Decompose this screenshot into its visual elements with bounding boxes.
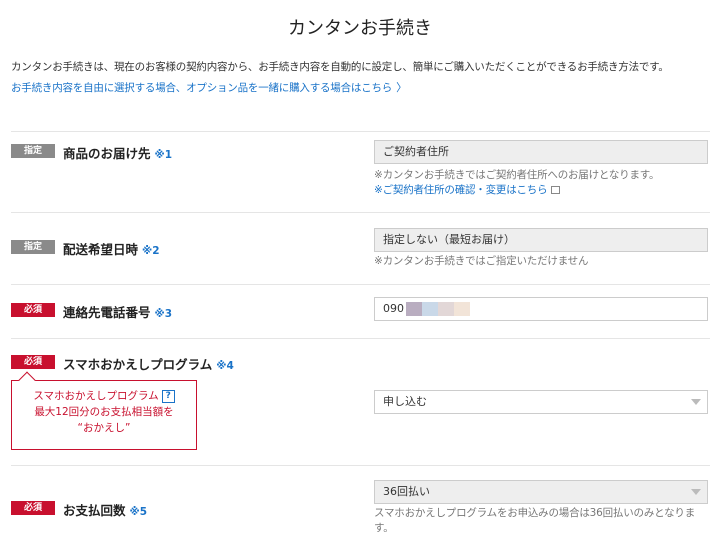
external-window-icon [551,186,561,194]
installments-label: お支払回数 ※5 [63,500,147,519]
installments-value: 36回払い [383,485,430,498]
smartphone-program-label-text: スマホおかえしプログラム [63,357,213,372]
delivery-time-label-text: 配送希望日時 [63,242,139,257]
chevron-down-icon [691,489,701,495]
note-ref-1[interactable]: ※1 [155,149,173,161]
intro-text: カンタンお手続きは、現在のお客様の契約内容から、お手続き内容を自動的に設定し、簡… [11,61,669,73]
phone-prefix: 090 [383,302,404,315]
divider [11,212,710,213]
page-title: カンタンお手続き [288,18,432,39]
delivery-address-field: ご契約者住所 [374,140,708,164]
delivery-label-text: 商品のお届け先 [63,146,151,161]
note-ref-3[interactable]: ※3 [155,308,173,320]
custom-procedure-link[interactable]: お手続き内容を自由に選択する場合、オプション品を一緒に購入する場合はこちら〉 [11,79,407,95]
required-badge: 必須 [11,501,55,515]
phone-input[interactable]: 090 [374,297,708,321]
masked-digits [406,302,422,316]
delivery-time-label: 配送希望日時 ※2 [63,239,160,258]
note-ref-5[interactable]: ※5 [130,506,148,518]
delivery-time-field: 指定しない（最短お届け） [374,228,708,252]
delivery-label: 商品のお届け先 ※1 [63,143,172,162]
phone-label: 連絡先電話番号 ※3 [63,302,172,321]
chevron-right-icon: 〉 [396,81,407,94]
program-callout: スマホおかえしプログラム? 最大12回分のお支払相当額を “おかえし” [11,380,197,450]
contract-address-link[interactable]: ※ご契約者住所の確認・変更はこちら [374,182,561,197]
contract-address-link-label: ※ご契約者住所の確認・変更はこちら [374,184,548,196]
divider [11,131,710,132]
delivery-help-text: ※カンタンお手続きではご契約者住所へのお届けとなります。 [374,169,660,181]
delivery-time-help-text: ※カンタンお手続きではご指定いただけません [374,255,589,267]
masked-digits [422,302,438,316]
callout-title: スマホおかえしプログラム [33,390,159,402]
chevron-down-icon [691,399,701,405]
callout-line: “おかえし” [77,422,131,434]
masked-digits [438,302,454,316]
note-ref-2[interactable]: ※2 [142,245,160,257]
fixed-badge: 指定 [11,240,55,254]
required-badge: 必須 [11,303,55,317]
masked-digits [454,302,470,316]
divider [11,284,710,285]
help-question-icon[interactable]: ? [161,389,175,403]
required-badge: 必須 [11,355,55,369]
smartphone-program-select[interactable]: 申し込む [374,390,708,414]
callout-line: スマホおかえしプログラム? [12,388,196,404]
installments-help-line2: す。 [374,522,394,534]
smartphone-program-value: 申し込む [383,395,427,408]
callout-line: 最大12回分のお支払相当額を [34,406,174,418]
note-ref-4[interactable]: ※4 [216,360,234,372]
phone-label-text: 連絡先電話番号 [63,305,151,320]
installments-label-text: お支払回数 [63,503,126,518]
installments-select: 36回払い [374,480,708,504]
installments-help-line1: スマホおかえしプログラムをお申込みの場合は36回払いのみとなりま [374,507,696,519]
divider [11,465,710,466]
fixed-badge: 指定 [11,144,55,158]
divider [11,338,710,339]
smartphone-program-label: スマホおかえしプログラム ※4 [63,354,234,373]
custom-procedure-link-label: お手続き内容を自由に選択する場合、オプション品を一緒に購入する場合はこちら [11,82,393,94]
